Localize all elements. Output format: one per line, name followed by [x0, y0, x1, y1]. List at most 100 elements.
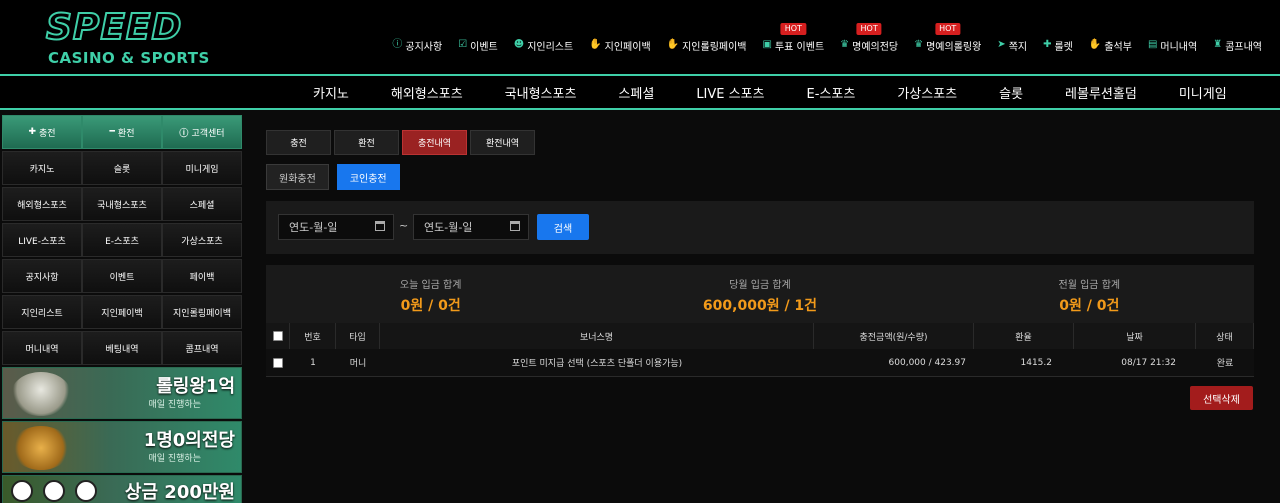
site-logo[interactable]: SPEED CASINO & SPORTS — [45, 9, 218, 68]
topnav-label: 명예의롤링왕 — [926, 41, 982, 53]
topnav-item[interactable]: ♜ 콤프내역 — [1205, 36, 1270, 54]
date-to-placeholder: 연도-월-일 — [424, 221, 473, 234]
hand-coin-icon: ✋ — [589, 39, 602, 50]
sidebar-row: 지인리스트 지인페이백 지인롤링페이백 — [2, 295, 242, 331]
sidebar-menu-button[interactable]: 국내형스포츠 — [82, 187, 162, 221]
tab-2[interactable]: 환전 — [334, 130, 399, 155]
sidebar-menu-button[interactable]: 공지사항 — [2, 259, 82, 293]
rolling-king-banner[interactable]: 롤링왕1억 매일 진행하는 — [2, 367, 242, 419]
column-header: 충전금액(원/수량) — [814, 323, 974, 349]
main-content: 충전 환전 충전내역 환전내역 원화충전 코인충전 연도-월-일 ~ 연도-월-일 검색… — [266, 130, 1254, 410]
sidebar-row: 해외형스포츠 국내형스포츠 스페셜 — [2, 187, 242, 223]
hot-badge: HOT — [935, 23, 961, 35]
sidebar-row: 머니내역 베팅내역 콤프내역 — [2, 331, 242, 367]
info-circle-icon: ⓘ — [392, 39, 403, 50]
sidebar: ✚ 충전 ━ 환전 ⓘ 고객센터 카지노 슬롯 미니게임 해외형스포츠 국내형스포츠 스페셜 LIVE… — [2, 115, 242, 503]
sidebar-menu-button[interactable]: 슬롯 — [82, 151, 162, 185]
sidebar-button-label: 고객센터 — [191, 128, 225, 139]
vote-box-icon: ▣ — [762, 39, 772, 50]
sidebar-menu-button[interactable]: E-스포츠 — [82, 223, 162, 257]
main-nav-item[interactable]: 레볼루션홀덤 — [1044, 83, 1158, 102]
table-cell: 1415.2 — [1020, 357, 1053, 368]
sidebar-menu-button[interactable]: 가상스포츠 — [162, 223, 242, 257]
table-cell: 08/17 21:32 — [1121, 357, 1176, 368]
sidebar-menu-button[interactable]: 지인페이백 — [82, 295, 162, 329]
sidebar-menu-button[interactable]: 카지노 — [2, 151, 82, 185]
sidebar-menu-button[interactable]: 베팅내역 — [82, 331, 162, 365]
calendar-check-icon: ☑ — [458, 39, 468, 50]
date-from-input[interactable]: 연도-월-일 — [278, 214, 394, 240]
sidebar-menu-button[interactable]: 페이백 — [162, 259, 242, 293]
table-cell: 포인트 미지급 선택 (스포츠 단폴더 이용가능) — [511, 359, 683, 369]
sidebar-info-button[interactable]: ⓘ 고객센터 — [162, 115, 242, 149]
topnav-item[interactable]: ⓘ 공지사항 — [384, 36, 450, 54]
subtab-2[interactable]: 코인충전 — [336, 164, 400, 190]
summary-value: 0원 / 0건 — [400, 298, 461, 314]
row-checkbox[interactable] — [273, 357, 283, 368]
soccer-ball-icon — [11, 480, 33, 502]
users-icon: ☻ — [513, 39, 525, 50]
topnav-item[interactable]: ✋ 지인롤링페이백 — [659, 36, 755, 54]
tab-3[interactable]: 충전내역 — [402, 130, 467, 155]
hall-of-fame-banner[interactable]: 1명0의전당 매일 진행하는 — [2, 421, 242, 473]
sidebar-menu-button[interactable]: 스페셜 — [162, 187, 242, 221]
sidebar-menu-button[interactable]: 지인롤링페이백 — [162, 295, 242, 329]
main-nav-item[interactable]: E-스포츠 — [786, 83, 877, 102]
topnav-item[interactable]: ✋ 출석부 — [1081, 36, 1140, 54]
main-nav-item[interactable]: 카지노 — [292, 83, 370, 102]
search-button[interactable]: 검색 — [537, 214, 589, 240]
sidebar-menu-button[interactable]: LIVE-스포츠 — [2, 223, 82, 257]
sidebar-button-label: 충전 — [38, 128, 56, 139]
subtab-1[interactable]: 원화충전 — [266, 164, 329, 190]
sidebar-plus-button[interactable]: ✚ 충전 — [2, 115, 82, 149]
topnav-item[interactable]: ➤ 쪽지 — [989, 36, 1035, 54]
main-nav-divider — [0, 108, 1280, 110]
topnav-item[interactable]: ✋ 지인페이백 — [581, 36, 658, 54]
column-header: 날짜 — [1074, 323, 1196, 349]
main-nav-item[interactable]: 가상스포츠 — [876, 83, 978, 102]
sidebar-menu-button[interactable]: 이벤트 — [82, 259, 162, 293]
soccer-ball-icon — [75, 480, 97, 502]
table-row: 1 머니 포인트 미지급 선택 (스포츠 단폴더 이용가능) 600,000 / 42… — [266, 349, 1254, 377]
topnav-item[interactable]: ☑ 이벤트 — [450, 36, 506, 54]
select-all-checkbox[interactable] — [272, 331, 283, 341]
tab-4[interactable]: 환전내역 — [470, 130, 535, 155]
date-range-separator: ~ — [399, 219, 409, 232]
summary-value: 600,000원 / 1건 — [702, 298, 818, 314]
tab-bar: 충전 환전 충전내역 환전내역 — [266, 130, 1254, 155]
delete-selected-button[interactable]: 선택삭제 — [1190, 386, 1253, 410]
logo-sub-text: CASINO & SPORTS — [48, 49, 210, 67]
calendar-icon[interactable] — [375, 221, 385, 231]
topnav-item[interactable]: ☻ 지인리스트 — [506, 36, 581, 54]
sidebar-minus-button[interactable]: ━ 환전 — [82, 115, 162, 149]
main-nav-item[interactable]: 해외형스포츠 — [370, 83, 484, 102]
sidebar-row: 카지노 슬롯 미니게임 — [2, 151, 242, 187]
sidebar-menu-button[interactable]: 지인리스트 — [2, 295, 82, 329]
topnav-item[interactable]: ✚ 룰렛 — [1035, 36, 1081, 54]
topnav-item[interactable]: ▣ 투표 이벤트 HOT — [755, 23, 833, 54]
sidebar-menu-button[interactable]: 해외형스포츠 — [2, 187, 82, 221]
topnav-item[interactable]: ▤ 머니내역 — [1140, 36, 1205, 54]
prize-banner[interactable]: 상금 200만원 — [2, 475, 242, 503]
topnav-label: 명예의전당 — [852, 41, 899, 53]
date-to-input[interactable]: 연도-월-일 — [413, 214, 529, 240]
main-nav-item[interactable]: 스페셜 — [597, 83, 675, 102]
banner-title: 1명0의전당 — [143, 430, 235, 451]
date-from-placeholder: 연도-월-일 — [289, 221, 338, 234]
main-nav-item[interactable]: 미니게임 — [1158, 83, 1248, 102]
summary-label: 오늘 입금 합계 — [399, 280, 462, 291]
main-nav-item[interactable]: LIVE 스포츠 — [675, 83, 785, 102]
sidebar-menu-button[interactable]: 콤프내역 — [162, 331, 242, 365]
tab-1[interactable]: 충전 — [266, 130, 331, 155]
topnav-item[interactable]: ♛ 명예의전당 HOT — [832, 23, 906, 54]
sidebar-menu-button[interactable]: 미니게임 — [162, 151, 242, 185]
calendar-icon[interactable] — [510, 221, 520, 231]
main-nav-item[interactable]: 국내형스포츠 — [484, 83, 598, 102]
topnav-item[interactable]: ♛ 명예의롤링왕 HOT — [906, 23, 989, 54]
topnav-label: 룰렛 — [1054, 41, 1073, 53]
sidebar-row: LIVE-스포츠 E-스포츠 가상스포츠 — [2, 223, 242, 259]
lion-emblem-icon — [11, 372, 71, 416]
sidebar-menu-button[interactable]: 머니내역 — [2, 331, 82, 365]
main-nav-item[interactable]: 슬롯 — [978, 83, 1044, 102]
summary-label: 당월 입금 합계 — [729, 280, 791, 291]
